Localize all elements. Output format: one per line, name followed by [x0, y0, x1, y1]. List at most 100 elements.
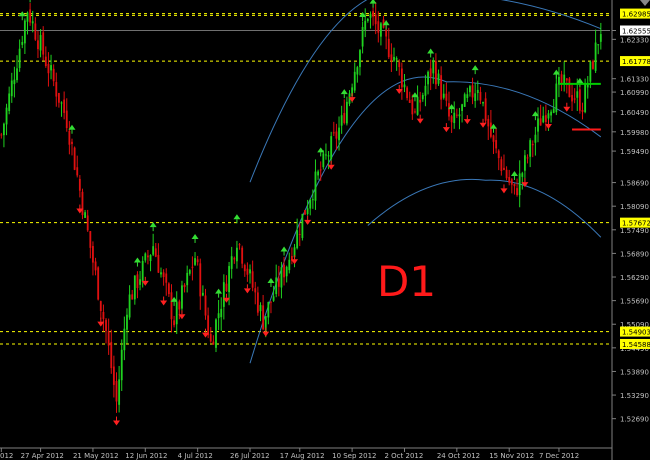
- candle-body: [434, 61, 437, 85]
- candle-body: [175, 302, 178, 325]
- candle-body: [188, 270, 191, 274]
- candle-body: [325, 154, 327, 156]
- candle-body: [68, 130, 71, 145]
- candle-body: [335, 131, 338, 139]
- candle-body: [209, 333, 212, 342]
- candle-body: [225, 283, 228, 292]
- price-tick-label: 1.59490: [620, 148, 649, 156]
- level-label: 1.54588: [622, 341, 650, 349]
- candle-body: [256, 292, 259, 313]
- candle-body: [126, 314, 128, 330]
- candle-body: [191, 266, 194, 268]
- candle-body: [380, 23, 382, 37]
- candle-body: [52, 68, 55, 82]
- candle-body: [86, 215, 89, 231]
- candle-body: [280, 267, 283, 288]
- candle-body: [332, 132, 335, 134]
- candle-body: [186, 272, 189, 286]
- candle-body: [165, 273, 168, 283]
- candle-body: [356, 67, 359, 75]
- price-tick-label: 1.53290: [620, 392, 649, 400]
- candle-body: [322, 153, 325, 168]
- candle-body: [236, 247, 238, 262]
- candle-body: [154, 248, 157, 257]
- candle-body: [421, 95, 424, 100]
- candle-body: [207, 315, 210, 336]
- candle-body: [29, 9, 32, 23]
- time-tick-label: 4 Jul 2012: [178, 452, 213, 460]
- candle-body: [254, 288, 257, 293]
- candle-body: [594, 42, 597, 71]
- time-tick-label: 7 Dec 2012: [539, 452, 579, 460]
- candle-body: [230, 256, 233, 269]
- price-tick-label: 1.57490: [620, 227, 649, 235]
- candle-body: [518, 173, 521, 196]
- candle-body: [406, 87, 409, 99]
- time-tick-label: 21 May 2012: [73, 452, 119, 460]
- candle-body: [374, 14, 377, 25]
- candle-body: [16, 68, 18, 81]
- candle-body: [317, 171, 320, 176]
- candle-body: [450, 116, 453, 123]
- candle-body: [149, 255, 152, 262]
- price-tick-label: 1.58090: [620, 203, 649, 211]
- candle-body: [196, 259, 199, 263]
- candle-body: [304, 210, 306, 215]
- candle-body: [576, 91, 579, 98]
- candle-body: [296, 230, 299, 249]
- candle-body: [387, 38, 390, 58]
- level-label: 1.54903: [622, 329, 650, 337]
- candle-body: [492, 135, 495, 142]
- candle-body: [552, 108, 555, 113]
- candle-body: [270, 301, 272, 303]
- candle-body: [314, 171, 317, 201]
- time-tick-label: 012: [0, 452, 13, 460]
- candle-body: [84, 212, 87, 218]
- candle-body: [238, 244, 241, 246]
- candle-body: [222, 282, 225, 307]
- price-tick-label: 1.56290: [620, 274, 649, 282]
- candle-body: [94, 261, 97, 271]
- candle-body: [319, 169, 322, 171]
- candle-body: [550, 111, 553, 116]
- candle-body: [419, 99, 422, 103]
- candle-body: [416, 96, 419, 115]
- candle-body: [479, 91, 482, 101]
- candle-body: [152, 246, 155, 255]
- candle-body: [170, 292, 173, 320]
- candle-body: [372, 11, 374, 17]
- candle-body: [147, 255, 149, 258]
- candle-body: [568, 78, 571, 98]
- price-chart: D1 1.625551.62330 1.61330 1.60990 1.60490 1.…: [0, 0, 650, 460]
- candle-body: [123, 328, 126, 351]
- candle-body: [448, 103, 450, 117]
- candle-body: [395, 58, 398, 60]
- candle-body: [330, 136, 333, 160]
- candle-body: [228, 266, 230, 293]
- candle-body: [112, 366, 115, 385]
- candle-body: [469, 86, 471, 93]
- candle-body: [60, 102, 63, 104]
- chart-background: [0, 0, 650, 460]
- candle-body: [97, 267, 100, 300]
- candle-body: [539, 118, 542, 126]
- candle-body: [529, 140, 532, 157]
- candle-body: [298, 234, 301, 236]
- candle-body: [345, 101, 348, 124]
- candle-body: [565, 78, 568, 81]
- candle-body: [50, 65, 52, 71]
- candle-body: [442, 93, 445, 98]
- candle-body: [353, 71, 356, 91]
- candle-body: [13, 79, 16, 85]
- candle-body: [563, 74, 566, 84]
- candle-body: [57, 92, 60, 103]
- candle-body: [139, 279, 141, 285]
- candle-body: [555, 83, 558, 113]
- candle-body: [311, 199, 314, 201]
- price-tick-label: 1.61330: [620, 76, 649, 84]
- candle-body: [18, 48, 21, 68]
- price-tick-label: 1.52690: [620, 416, 649, 424]
- candle-body: [513, 183, 516, 187]
- candle-body: [327, 155, 330, 157]
- price-tick-label: 1.62330: [620, 36, 649, 44]
